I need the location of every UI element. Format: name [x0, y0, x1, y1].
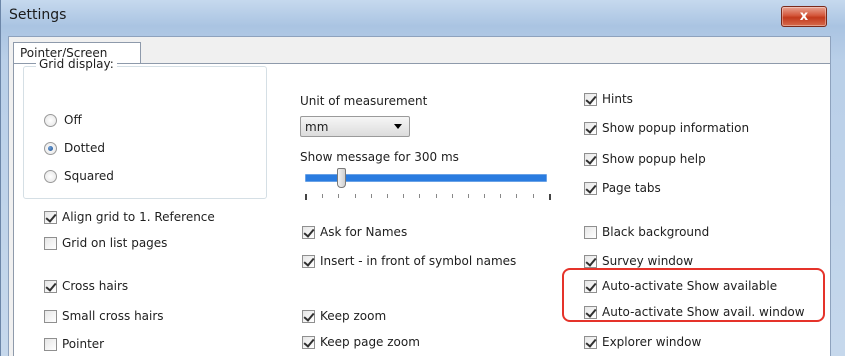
- radio-label: Off: [64, 113, 82, 127]
- check-popup-help[interactable]: Show popup help: [584, 152, 706, 166]
- checkbox[interactable]: [584, 225, 597, 239]
- check-pointer[interactable]: Pointer: [44, 337, 104, 351]
- check-popup-information[interactable]: Show popup information: [584, 121, 749, 135]
- checkbox[interactable]: [44, 279, 57, 293]
- window-title: Settings: [9, 7, 67, 23]
- checkbox[interactable]: [584, 92, 597, 106]
- checkbox[interactable]: [44, 210, 57, 224]
- slider-thumb[interactable]: [337, 168, 346, 188]
- check-page-tabs[interactable]: Page tabs: [584, 181, 661, 195]
- check-label: Cross hairs: [62, 279, 129, 293]
- check-grid-list-pages[interactable]: Grid on list pages: [44, 236, 167, 250]
- check-label: Hints: [602, 92, 633, 106]
- checkbox[interactable]: [44, 337, 57, 351]
- checkbox[interactable]: [584, 254, 597, 268]
- checkbox[interactable]: [584, 335, 597, 349]
- unit-label: Unit of measurement: [300, 94, 428, 108]
- check-label: Show popup information: [602, 121, 750, 135]
- checkbox[interactable]: [44, 236, 57, 250]
- check-explorer-window[interactable]: Explorer window: [584, 335, 701, 349]
- check-label: Show popup help: [602, 152, 706, 166]
- check-label: Ask for Names: [320, 225, 408, 239]
- check-black-background[interactable]: Black background: [584, 225, 709, 239]
- unit-select[interactable]: mm: [300, 116, 410, 137]
- check-keep-page-zoom[interactable]: Keep page zoom: [302, 335, 420, 349]
- slider-ticks: [305, 194, 551, 200]
- grid-display-legend: Grid display:: [36, 57, 117, 71]
- checkbox[interactable]: [584, 152, 597, 166]
- checkbox[interactable]: [302, 225, 315, 239]
- check-label: Survey window: [602, 254, 694, 268]
- check-label: Black background: [602, 225, 710, 239]
- check-hints[interactable]: Hints: [584, 92, 633, 106]
- checkbox[interactable]: [302, 254, 315, 268]
- radio-button[interactable]: [44, 113, 57, 127]
- check-small-cross-hairs[interactable]: Small cross hairs: [44, 309, 164, 323]
- checkbox[interactable]: [44, 309, 57, 323]
- radio-grid-squared[interactable]: Squared: [44, 169, 114, 183]
- check-label: Align grid to 1. Reference: [62, 210, 215, 224]
- message-duration-label: Show message for 300 ms: [300, 150, 459, 164]
- highlight-annotation: [562, 268, 825, 322]
- check-label: Small cross hairs: [62, 309, 164, 323]
- checkbox[interactable]: [584, 181, 597, 195]
- check-insert-front[interactable]: Insert - in front of symbol names: [302, 254, 516, 268]
- title-bar[interactable]: Settings x: [1, 0, 845, 34]
- check-cross-hairs[interactable]: Cross hairs: [44, 279, 128, 293]
- close-icon: x: [799, 9, 809, 24]
- radio-grid-off[interactable]: Off: [44, 113, 82, 127]
- check-label: Page tabs: [602, 181, 661, 195]
- check-label: Grid on list pages: [62, 236, 168, 250]
- close-button[interactable]: x: [781, 6, 827, 27]
- check-label: Pointer: [62, 337, 105, 351]
- check-survey-window[interactable]: Survey window: [584, 254, 693, 268]
- check-label: Keep page zoom: [320, 335, 420, 349]
- unit-value: mm: [305, 120, 329, 134]
- checkbox[interactable]: [584, 121, 597, 135]
- radio-grid-dotted[interactable]: Dotted: [44, 141, 105, 155]
- radio-button[interactable]: [44, 169, 57, 183]
- check-label: Keep zoom: [320, 309, 387, 323]
- check-keep-zoom[interactable]: Keep zoom: [302, 309, 386, 323]
- radio-label: Squared: [64, 169, 114, 183]
- checkbox[interactable]: [302, 335, 315, 349]
- check-ask-names[interactable]: Ask for Names: [302, 225, 407, 239]
- radio-label: Dotted: [64, 141, 105, 155]
- radio-button[interactable]: [44, 141, 57, 155]
- check-label: Explorer window: [602, 335, 702, 349]
- check-align-grid[interactable]: Align grid to 1. Reference: [44, 210, 215, 224]
- checkbox[interactable]: [302, 309, 315, 323]
- chevron-down-icon: [394, 124, 402, 129]
- check-label: Insert - in front of symbol names: [320, 254, 517, 268]
